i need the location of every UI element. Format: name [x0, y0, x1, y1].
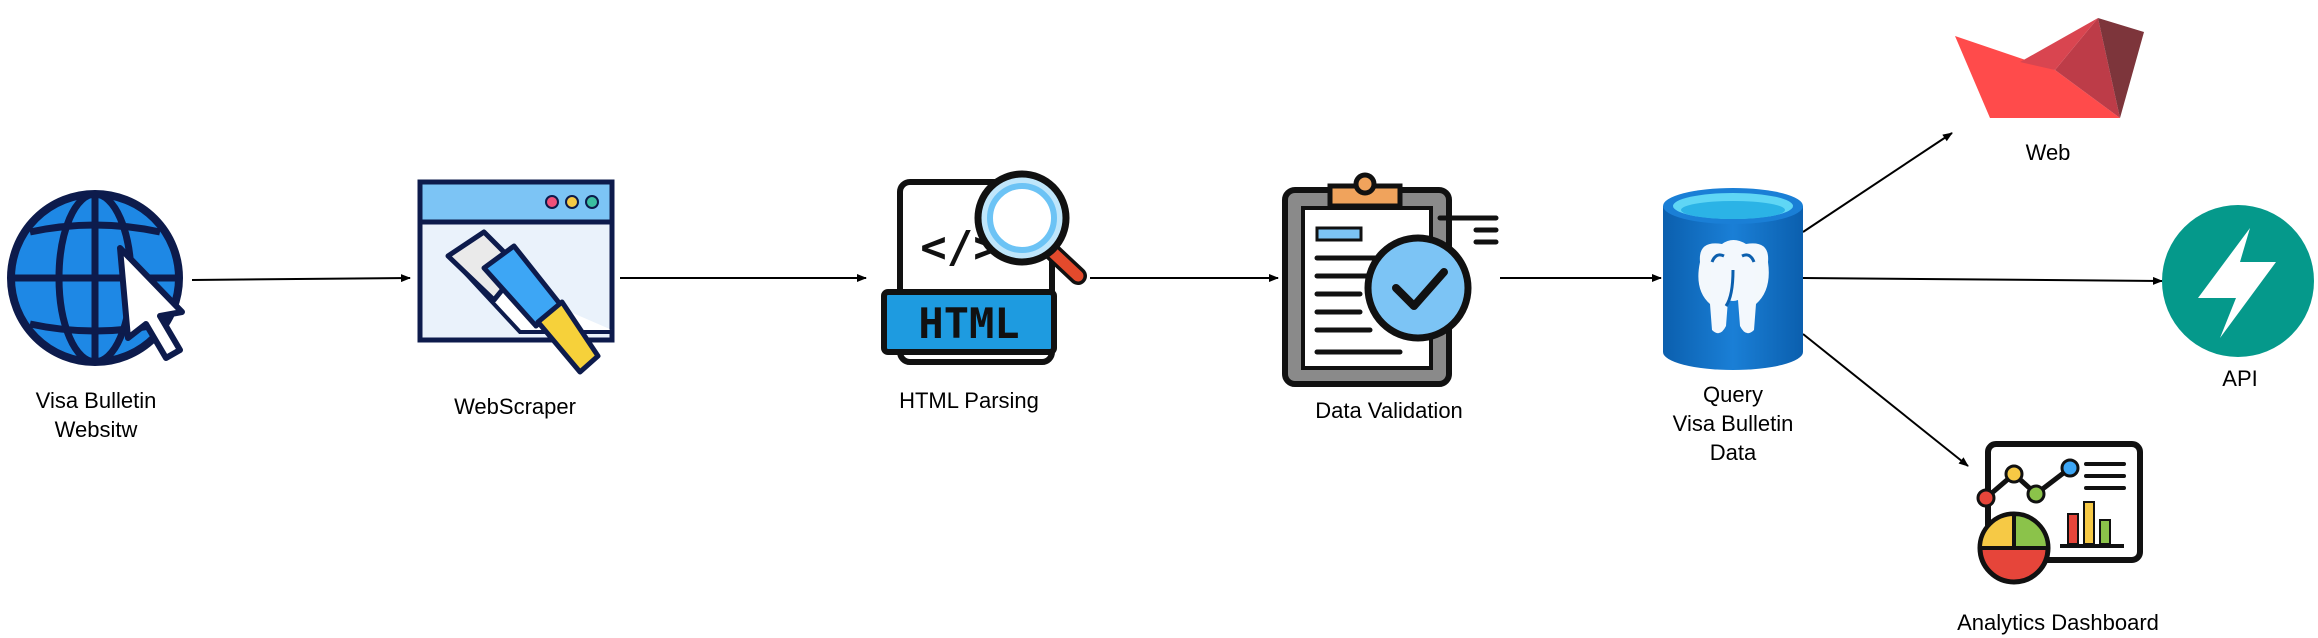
database-label-line-2: Visa Bulletin [1672, 411, 1794, 436]
web-label-line-1: Web [2025, 140, 2071, 165]
fastapi-logo-icon [2162, 205, 2314, 357]
clipboard-check-icon [1282, 172, 1499, 387]
globe-cursor-icon [7, 190, 185, 366]
api-label-line-1: API [2222, 366, 2258, 391]
visa-website-label: Visa Bulletin Websitw [36, 386, 157, 444]
webscraper-label-line-1: WebScraper [454, 394, 576, 419]
browser-scraper-icon [417, 179, 615, 375]
web-label: Web [2026, 138, 2071, 167]
streamlit-logo-icon [1955, 18, 2144, 118]
html-magnifier-icon: </> HTML [881, 170, 1087, 365]
database-label-line-3: Data [1709, 440, 1757, 465]
edge-database-to-api [1802, 276, 2163, 285]
analytics-dashboard-icon [1976, 441, 2143, 585]
html-parsing-label-line-1: HTML Parsing [899, 388, 1039, 413]
data-validation-label: Data Validation [1315, 396, 1463, 425]
database-label: Query Visa Bulletin Data [1673, 380, 1794, 467]
edge-database-to-analytics [1802, 333, 1969, 467]
postgresql-database-icon [1663, 188, 1803, 370]
data-validation-label-line-1: Data Validation [1315, 398, 1463, 423]
html-badge-text: HTML [918, 299, 1019, 348]
visa-website-label-line-2: Websitw [54, 417, 138, 442]
edge-database-to-web [1802, 132, 1953, 233]
database-label-line-1: Query [1703, 382, 1763, 407]
api-label: API [2222, 364, 2257, 393]
webscraper-label: WebScraper [454, 392, 576, 421]
edge-website-to-webscraper [191, 274, 411, 283]
html-parsing-label: HTML Parsing [899, 386, 1039, 415]
visa-website-label-line-1: Visa Bulletin [35, 388, 157, 413]
analytics-label-line-1: Analytics Dashboard [1957, 610, 2159, 635]
analytics-label: Analytics Dashboard [1957, 608, 2159, 637]
